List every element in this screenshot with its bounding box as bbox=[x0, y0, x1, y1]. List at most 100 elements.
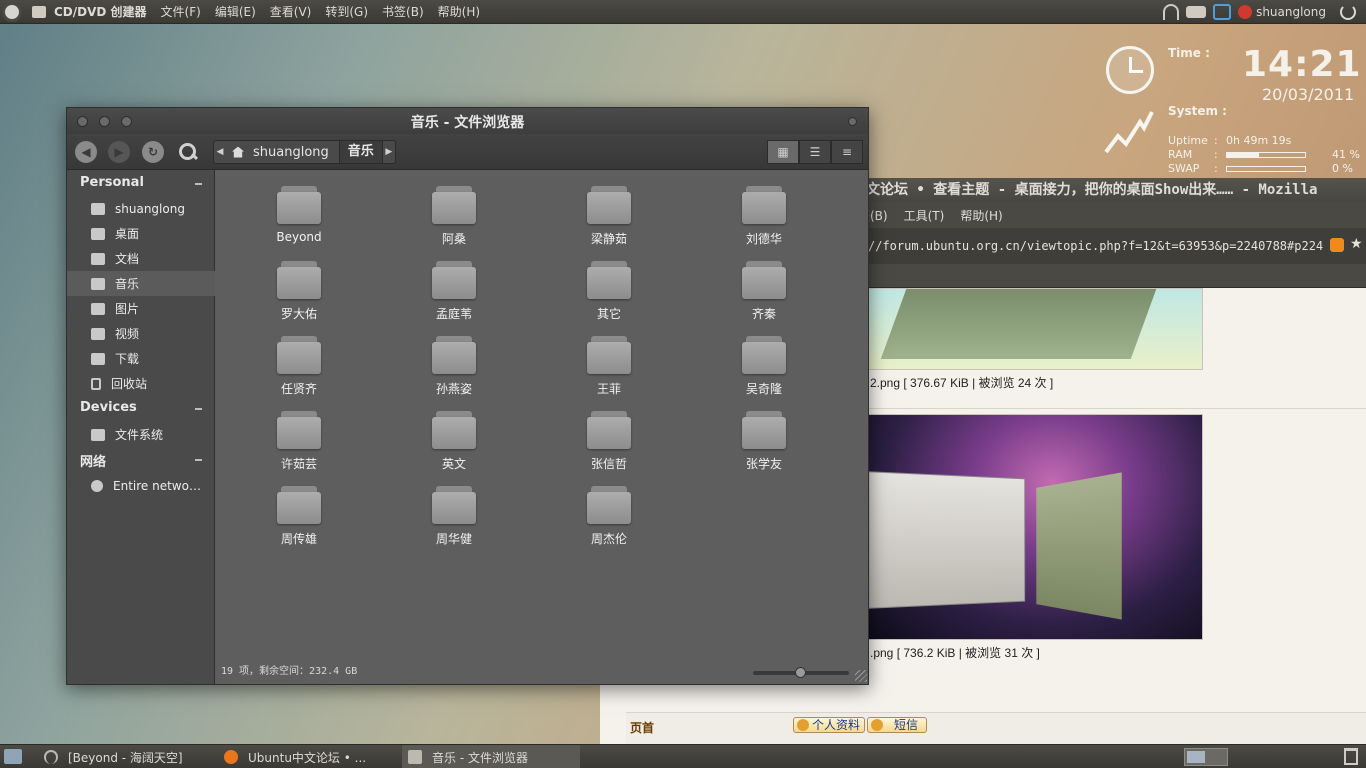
sidebar-item-documents[interactable]: 文档 bbox=[67, 246, 215, 271]
taskbar-item-firefox[interactable]: Ubuntu中文论坛 • ... bbox=[218, 745, 400, 768]
folder-icon bbox=[742, 411, 786, 449]
folder-item[interactable]: 孙燕姿 bbox=[399, 336, 509, 406]
folder-item[interactable]: 齐秦 bbox=[709, 261, 819, 331]
pictures-folder-icon bbox=[91, 302, 105, 315]
ff-menu-help[interactable]: 帮助(H) bbox=[960, 207, 1002, 224]
screenshot-image-2[interactable] bbox=[868, 414, 1203, 640]
menu-bookmarks[interactable]: 书签(B) bbox=[382, 3, 424, 20]
menu-file[interactable]: 文件(F) bbox=[161, 3, 201, 20]
sidebar: Personal shuanglong 桌面 文档 音乐 图片 视频 下载 回收… bbox=[67, 170, 215, 684]
folder-icon bbox=[742, 186, 786, 224]
user-name[interactable]: shuanglong bbox=[1256, 5, 1326, 19]
list-view-button[interactable]: ☰ bbox=[799, 140, 831, 164]
folder-item[interactable]: 孟庭苇 bbox=[399, 261, 509, 331]
window-menu-button[interactable] bbox=[848, 117, 857, 126]
zoom-slider-handle[interactable] bbox=[795, 667, 806, 678]
message-button[interactable]: 短信 bbox=[867, 717, 928, 733]
keyboard-icon[interactable] bbox=[1186, 5, 1207, 18]
user-status-icon[interactable] bbox=[1238, 4, 1253, 19]
folder-item[interactable]: 周杰伦 bbox=[554, 486, 664, 556]
reload-button[interactable]: ↻ bbox=[142, 141, 164, 163]
folder-item[interactable]: Beyond bbox=[244, 186, 354, 256]
sidebar-item-pictures[interactable]: 图片 bbox=[67, 296, 215, 321]
page-top-link[interactable]: 页首 bbox=[630, 719, 654, 736]
swap-value: 0 % bbox=[1332, 162, 1353, 175]
sidebar-item-label: 图片 bbox=[115, 302, 140, 316]
folder-item[interactable]: 罗大佑 bbox=[244, 261, 354, 331]
folder-item[interactable]: 其它 bbox=[554, 261, 664, 331]
screenshot-image-1[interactable] bbox=[868, 288, 1203, 370]
bookmark-star-icon[interactable]: ★ bbox=[1350, 236, 1363, 252]
cube-face-screen bbox=[869, 471, 1026, 609]
folder-item[interactable]: 周华健 bbox=[399, 486, 509, 556]
message-icon bbox=[871, 719, 883, 731]
ram-key: RAM bbox=[1168, 148, 1193, 161]
folder-item[interactable]: 刘德华 bbox=[709, 186, 819, 256]
taskbar-item-music-player[interactable]: [Beyond - 海阔天空] bbox=[38, 745, 220, 768]
collapse-network-icon[interactable] bbox=[195, 459, 202, 461]
folder-icon bbox=[587, 261, 631, 299]
path-button-home[interactable]: shuanglong bbox=[226, 141, 340, 163]
icon-view-button[interactable]: ▦ bbox=[767, 140, 799, 164]
menu-edit[interactable]: 编辑(E) bbox=[215, 3, 256, 20]
sidebar-item-downloads[interactable]: 下载 bbox=[67, 346, 215, 371]
cube-face-side bbox=[1036, 472, 1122, 620]
menu-help[interactable]: 帮助(H) bbox=[438, 3, 480, 20]
ubuntu-logo-icon[interactable] bbox=[2, 1, 22, 22]
workspace-switcher[interactable] bbox=[1184, 748, 1228, 766]
back-button[interactable]: ◀ bbox=[75, 141, 97, 163]
folder-item[interactable]: 吴奇隆 bbox=[709, 336, 819, 406]
sidebar-item-videos[interactable]: 视频 bbox=[67, 321, 215, 346]
image-caption-2: .png [ 736.2 KiB | 被浏览 31 次 ] bbox=[870, 646, 1040, 660]
folder-item[interactable]: 周传雄 bbox=[244, 486, 354, 556]
folder-item[interactable]: 许茹芸 bbox=[244, 411, 354, 481]
collapse-devices-icon[interactable] bbox=[195, 408, 202, 410]
sidebar-item-desktop[interactable]: 桌面 bbox=[67, 221, 215, 246]
url-bar[interactable]: //forum.ubuntu.org.cn/viewtopic.php?f=12… bbox=[868, 236, 1324, 256]
show-desktop-icon[interactable] bbox=[4, 749, 22, 764]
search-button[interactable] bbox=[177, 141, 199, 163]
sidebar-item-home[interactable]: shuanglong bbox=[67, 196, 215, 221]
folder-icon bbox=[742, 336, 786, 374]
ram-row: RAM : 41 % bbox=[1168, 148, 1360, 161]
resize-grip[interactable] bbox=[855, 670, 867, 682]
menu-go[interactable]: 转到(G) bbox=[325, 3, 368, 20]
folder-item[interactable]: 张信哲 bbox=[554, 411, 664, 481]
file-browser-window[interactable]: 音乐 - 文件浏览器 ◀ ▶ ↻ ◀ shuanglong 音乐 ▶ ▦ ☰ ≡… bbox=[66, 107, 869, 685]
headphones-icon[interactable] bbox=[1163, 3, 1180, 20]
compact-view-button[interactable]: ≡ bbox=[831, 140, 863, 164]
profile-button[interactable]: 个人资料 bbox=[793, 717, 866, 733]
power-icon[interactable] bbox=[1340, 3, 1356, 20]
folder-icon bbox=[408, 750, 422, 764]
trash-icon[interactable] bbox=[1344, 748, 1358, 765]
message-button-label: 短信 bbox=[894, 718, 919, 732]
sidebar-item-label: 回收站 bbox=[111, 377, 148, 391]
menu-view[interactable]: 查看(V) bbox=[270, 3, 312, 20]
folder-item[interactable]: 英文 bbox=[399, 411, 509, 481]
folder-grid[interactable]: Beyond 阿桑 梁静茹 刘德华罗大佑 孟庭苇 其它 齐秦任贤齐 孙燕姿 王菲 吴奇隆许茹芸 英文… bbox=[216, 170, 868, 660]
folder-item[interactable]: 阿桑 bbox=[399, 186, 509, 256]
path-scroll-left-icon[interactable]: ◀ bbox=[214, 147, 226, 157]
window-titlebar[interactable]: 音乐 - 文件浏览器 bbox=[67, 108, 868, 134]
profile-icon bbox=[797, 719, 809, 731]
swap-row: SWAP : 0 % bbox=[1168, 162, 1353, 175]
forward-button[interactable]: ▶ bbox=[108, 141, 130, 163]
path-scroll-right-icon[interactable]: ▶ bbox=[383, 147, 395, 157]
sidebar-item-music[interactable]: 音乐 bbox=[67, 271, 215, 296]
folder-item[interactable]: 王菲 bbox=[554, 336, 664, 406]
sidebar-item-label: Entire netwo… bbox=[113, 478, 201, 493]
taskbar-item-file-browser[interactable]: 音乐 - 文件浏览器 bbox=[402, 745, 580, 768]
collapse-personal-icon[interactable] bbox=[195, 183, 202, 185]
ff-menu-tools[interactable]: 工具(T) bbox=[904, 207, 945, 224]
folder-label: Beyond bbox=[276, 230, 322, 244]
rss-icon[interactable] bbox=[1330, 238, 1344, 252]
sidebar-item-network[interactable]: Entire netwo… bbox=[67, 473, 215, 498]
folder-label: 周传雄 bbox=[280, 532, 317, 546]
path-button-current[interactable]: 音乐 bbox=[339, 141, 383, 163]
sidebar-item-trash[interactable]: 回收站 bbox=[67, 371, 215, 396]
network-icon[interactable] bbox=[1213, 3, 1232, 20]
folder-item[interactable]: 张学友 bbox=[709, 411, 819, 481]
sidebar-item-filesystem[interactable]: 文件系统 bbox=[67, 422, 215, 447]
folder-item[interactable]: 梁静茹 bbox=[554, 186, 664, 256]
folder-item[interactable]: 任贤齐 bbox=[244, 336, 354, 406]
